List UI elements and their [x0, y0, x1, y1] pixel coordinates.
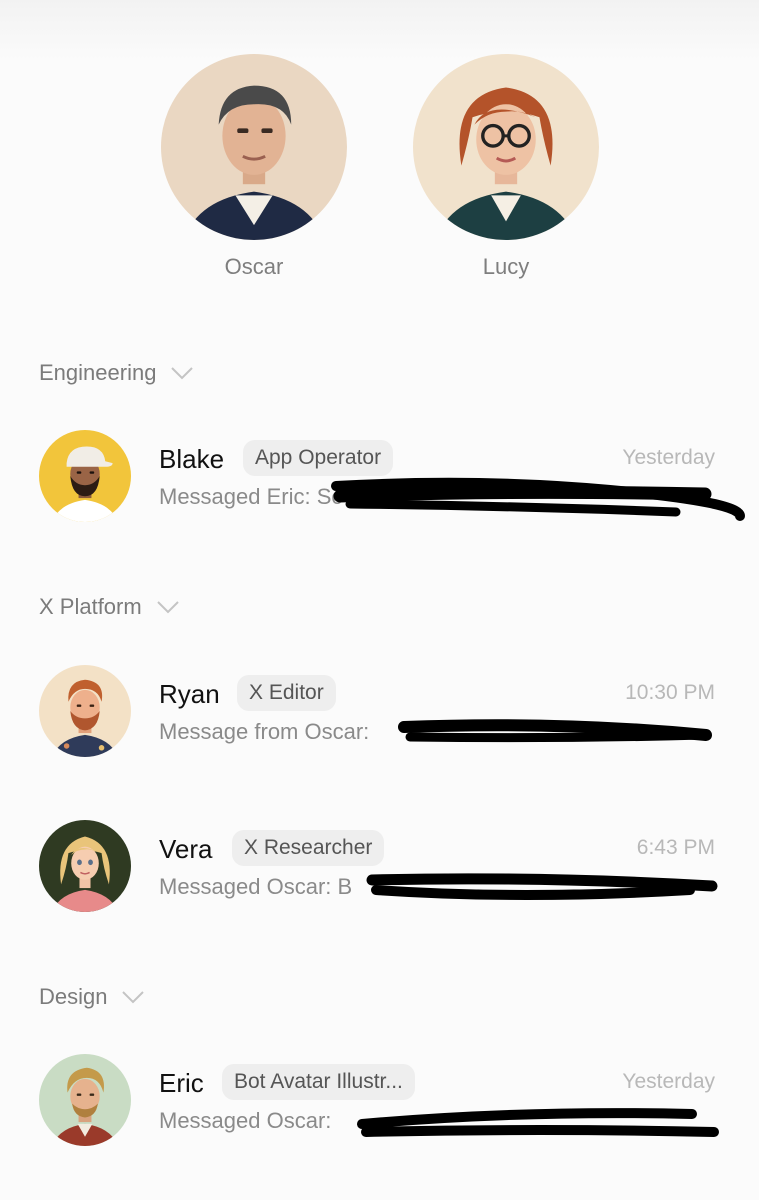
timestamp: 6:43 PM [636, 836, 715, 859]
eric-avatar-icon [39, 1054, 131, 1146]
section-header-design[interactable]: Design [39, 982, 145, 1012]
pinned-contact-oscar[interactable]: Oscar [161, 54, 347, 280]
contact-name: Blake [159, 444, 225, 474]
chevron-down-icon [171, 367, 194, 380]
section-title: Design [39, 984, 108, 1009]
chat-row-eric[interactable]: Eric Bot Avatar Illustr... Yesterday Mes… [0, 1054, 759, 1150]
pinned-contact-name: Oscar [224, 254, 284, 279]
contact-name: Eric [159, 1068, 204, 1098]
timestamp: 10:30 PM [625, 681, 715, 704]
contact-name: Vera [159, 834, 213, 864]
section-title: Engineering [39, 360, 157, 385]
vera-avatar-icon [39, 820, 131, 912]
section-title: X Platform [39, 594, 142, 619]
pinned-contact-name: Lucy [482, 254, 530, 279]
chat-row-vera[interactable]: Vera X Researcher 6:43 PM Messaged Oscar… [0, 820, 759, 916]
section-header-x-platform[interactable]: X Platform [39, 592, 180, 622]
role-badge: Bot Avatar Illustr... [222, 1064, 415, 1100]
pinned-contact-lucy[interactable]: Lucy [413, 54, 599, 280]
chat-row-blake[interactable]: Blake App Operator Yesterday Messaged Er… [0, 430, 759, 526]
ryan-avatar-icon [39, 665, 131, 757]
blake-avatar-icon [39, 430, 131, 522]
chevron-down-icon [156, 601, 179, 614]
chat-row-ryan[interactable]: Ryan X Editor 10:30 PM Message from Osca… [0, 665, 759, 761]
role-badge: X Researcher [232, 830, 385, 866]
timestamp: Yesterday [622, 446, 715, 469]
role-badge: App Operator [243, 440, 394, 476]
chevron-down-icon [122, 991, 145, 1004]
role-badge: X Editor [237, 675, 336, 711]
oscar-avatar-icon [161, 54, 347, 240]
lucy-avatar-icon [413, 54, 599, 240]
message-preview: Messaged Eric: Sc [159, 484, 343, 509]
section-header-engineering[interactable]: Engineering [39, 358, 194, 388]
timestamp: Yesterday [622, 1070, 715, 1093]
top-shade [0, 0, 759, 60]
message-preview: Messaged Oscar: [159, 1108, 332, 1133]
contact-name: Ryan [159, 679, 220, 709]
message-preview: Message from Oscar: [159, 719, 370, 744]
message-preview: Messaged Oscar: B [159, 874, 353, 899]
